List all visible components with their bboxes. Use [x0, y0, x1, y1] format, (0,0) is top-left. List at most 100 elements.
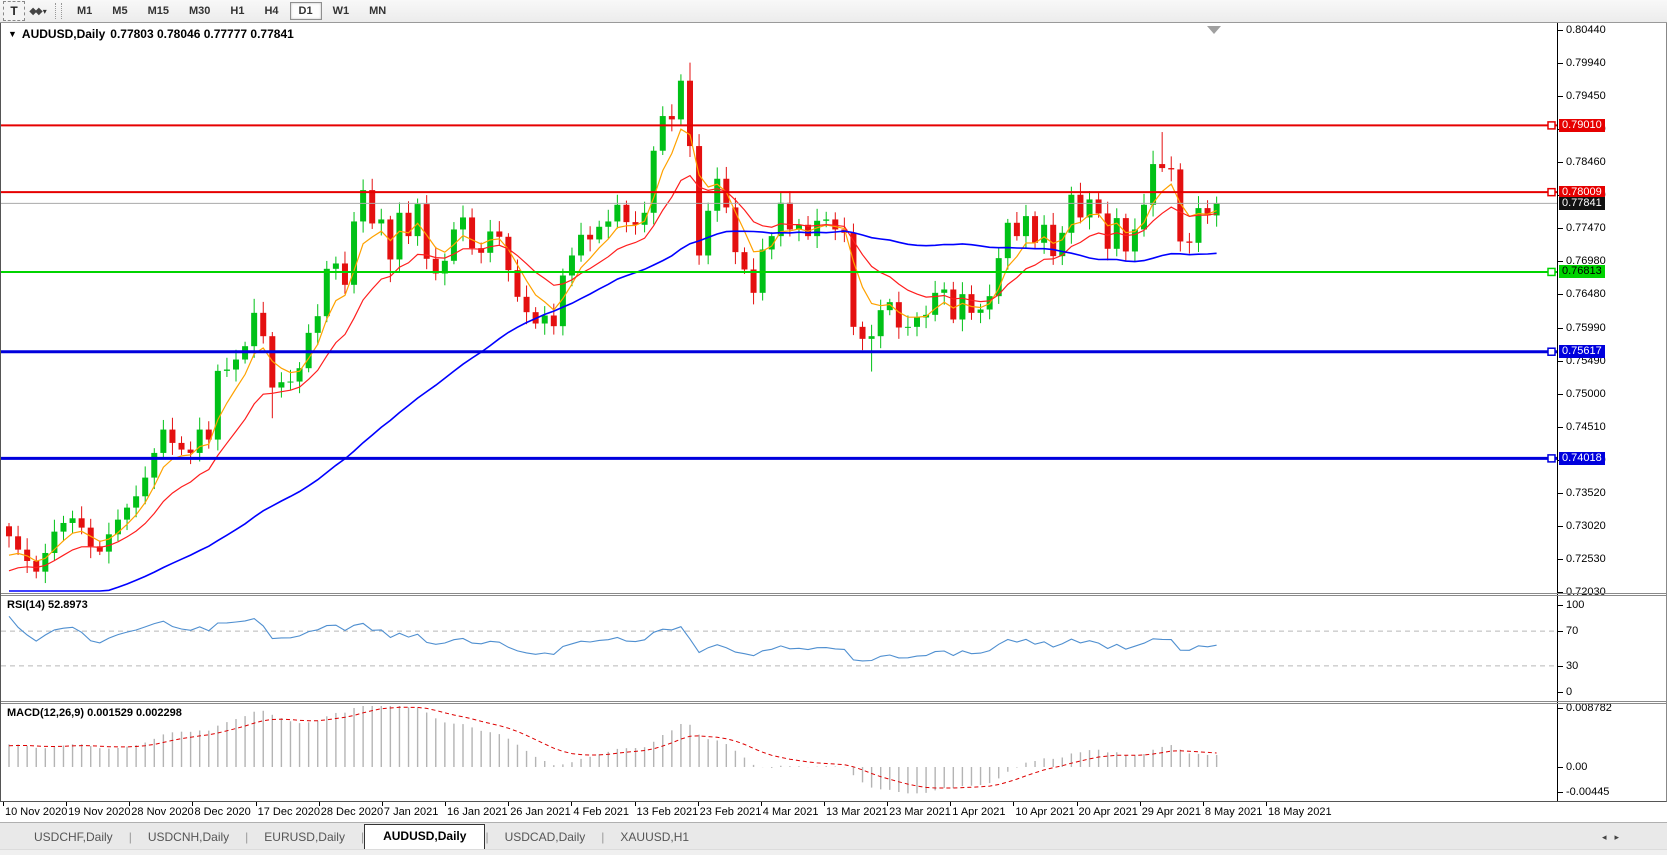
- date-tick: [1140, 802, 1141, 806]
- timeframe-d1[interactable]: D1: [290, 2, 322, 20]
- date-tick: [1266, 802, 1267, 806]
- price-scale-label: 0.79940: [1566, 57, 1606, 69]
- price-scale-label: 0.78460: [1566, 156, 1606, 168]
- date-tick: [129, 802, 130, 806]
- pane-separator-macd2: [1, 703, 1666, 704]
- rsi-scale-label: 0: [1566, 686, 1572, 698]
- price-scale-label: 0.75000: [1566, 388, 1606, 400]
- arrows-icon: ◆◆: [29, 6, 40, 17]
- price-tick: [1558, 294, 1563, 295]
- date-tick: [635, 802, 636, 806]
- tab-usdcad[interactable]: USDCAD,Daily: [489, 826, 602, 849]
- price-scale-label: 0.76480: [1566, 288, 1606, 300]
- macd-indicator-label: MACD(12,26,9) 0.001529 0.002298: [7, 707, 182, 719]
- date-tick: [319, 802, 320, 806]
- chevron-down-icon: ▾: [43, 7, 47, 16]
- chart-window: 0.804400.799400.794500.789500.784600.779…: [0, 23, 1667, 802]
- price-scale-label: 0.77470: [1566, 222, 1606, 234]
- date-label: 13 Feb 2021: [637, 806, 699, 818]
- date-label: 18 May 2021: [1268, 806, 1332, 818]
- tab-scroll-arrows[interactable]: ◂▸: [1602, 832, 1627, 843]
- date-label: 28 Dec 2020: [321, 806, 383, 818]
- date-label: 4 Mar 2021: [763, 806, 819, 818]
- price-tick: [1558, 526, 1563, 527]
- date-label: 16 Jan 2021: [447, 806, 508, 818]
- text-tool-button[interactable]: T: [3, 1, 25, 21]
- macd-scale-tick: [1558, 767, 1563, 768]
- tab-scroll-left-icon[interactable]: ◂: [1602, 832, 1615, 842]
- rsi-scale-label: 70: [1566, 625, 1578, 637]
- date-tick: [1013, 802, 1014, 806]
- date-tick: [1077, 802, 1078, 806]
- chart-tab-bar: USDCHF,Daily|USDCNH,Daily|EURUSD,Daily|A…: [0, 822, 1667, 849]
- date-tick: [887, 802, 888, 806]
- timeframe-m5[interactable]: M5: [103, 2, 136, 20]
- price-tick: [1558, 559, 1563, 560]
- timeframe-w1[interactable]: W1: [324, 2, 359, 20]
- rsi-indicator-label: RSI(14) 52.8973: [7, 599, 88, 611]
- date-label: 26 Jan 2021: [510, 806, 571, 818]
- tab-xauusd[interactable]: XAUUSD,H1: [604, 826, 705, 849]
- price-tick: [1558, 361, 1563, 362]
- rsi-scale-tick: [1558, 631, 1563, 632]
- pane-separator-macd[interactable]: [1, 701, 1666, 702]
- date-tick: [761, 802, 762, 806]
- price-axis[interactable]: 0.804400.799400.794500.789500.784600.779…: [1558, 23, 1666, 801]
- date-label: 29 Apr 2021: [1142, 806, 1201, 818]
- arrows-tool-button[interactable]: ◆◆ ▾: [28, 2, 48, 20]
- timeframe-mn[interactable]: MN: [360, 2, 395, 20]
- level-price-label: 0.76813: [1559, 265, 1605, 278]
- timeframe-h1[interactable]: H1: [221, 2, 253, 20]
- toolbar-grip[interactable]: [55, 3, 62, 19]
- rsi-scale-tick: [1558, 666, 1563, 667]
- price-scale-label: 0.75990: [1566, 322, 1606, 334]
- date-axis[interactable]: 10 Nov 202019 Nov 202028 Nov 20208 Dec 2…: [0, 802, 1667, 822]
- tab-audusd[interactable]: AUDUSD,Daily: [364, 824, 485, 849]
- rsi-scale-tick: [1558, 692, 1563, 693]
- chart-shift-marker-icon[interactable]: [1207, 26, 1221, 34]
- collapse-indicator-icon[interactable]: ▼: [8, 29, 17, 39]
- timeframe-h4[interactable]: H4: [255, 2, 287, 20]
- tab-scroll-right-icon[interactable]: ▸: [1614, 832, 1627, 842]
- level-price-label: 0.79010: [1559, 119, 1605, 132]
- price-scale-label: 0.72530: [1566, 553, 1606, 565]
- price-tick: [1558, 328, 1563, 329]
- macd-scale-tick: [1558, 792, 1563, 793]
- timeframe-m15[interactable]: M15: [139, 2, 178, 20]
- price-scale-label: 0.79450: [1566, 90, 1606, 102]
- price-tick: [1558, 493, 1563, 494]
- price-tick: [1558, 162, 1563, 163]
- tab-eurusd[interactable]: EURUSD,Daily: [248, 826, 361, 849]
- tab-usdchf[interactable]: USDCHF,Daily: [18, 826, 129, 849]
- status-strip: [0, 849, 1667, 855]
- price-chart-canvas[interactable]: [1, 23, 1557, 801]
- date-tick: [192, 802, 193, 806]
- date-tick: [66, 802, 67, 806]
- date-label: 1 Apr 2021: [952, 806, 1005, 818]
- date-label: 20 Apr 2021: [1079, 806, 1138, 818]
- price-tick: [1558, 394, 1563, 395]
- timeframe-m1[interactable]: M1: [68, 2, 101, 20]
- date-label: 10 Nov 2020: [5, 806, 67, 818]
- rsi-scale-tick: [1558, 605, 1563, 606]
- date-tick: [3, 802, 4, 806]
- tab-usdcnh[interactable]: USDCNH,Daily: [132, 826, 245, 849]
- price-tick: [1558, 63, 1563, 64]
- date-tick: [256, 802, 257, 806]
- date-tick: [571, 802, 572, 806]
- pane-separator-rsi[interactable]: [1, 593, 1666, 594]
- macd-scale-label: 0.00: [1566, 761, 1587, 773]
- timeframe-group: M1M5M15M30H1H4D1W1MN: [67, 2, 396, 20]
- date-label: 17 Dec 2020: [258, 806, 320, 818]
- price-tick: [1558, 30, 1563, 31]
- date-label: 8 May 2021: [1205, 806, 1262, 818]
- price-tick: [1558, 96, 1563, 97]
- timeframe-m30[interactable]: M30: [180, 2, 219, 20]
- macd-scale-tick: [1558, 708, 1563, 709]
- date-label: 8 Dec 2020: [194, 806, 250, 818]
- chart-title: ▼ AUDUSD,Daily 0.77803 0.78046 0.77777 0…: [8, 27, 294, 41]
- chart-symbol-label: AUDUSD,Daily: [22, 27, 105, 41]
- rsi-scale-label: 100: [1566, 599, 1584, 611]
- date-tick: [950, 802, 951, 806]
- date-tick: [382, 802, 383, 806]
